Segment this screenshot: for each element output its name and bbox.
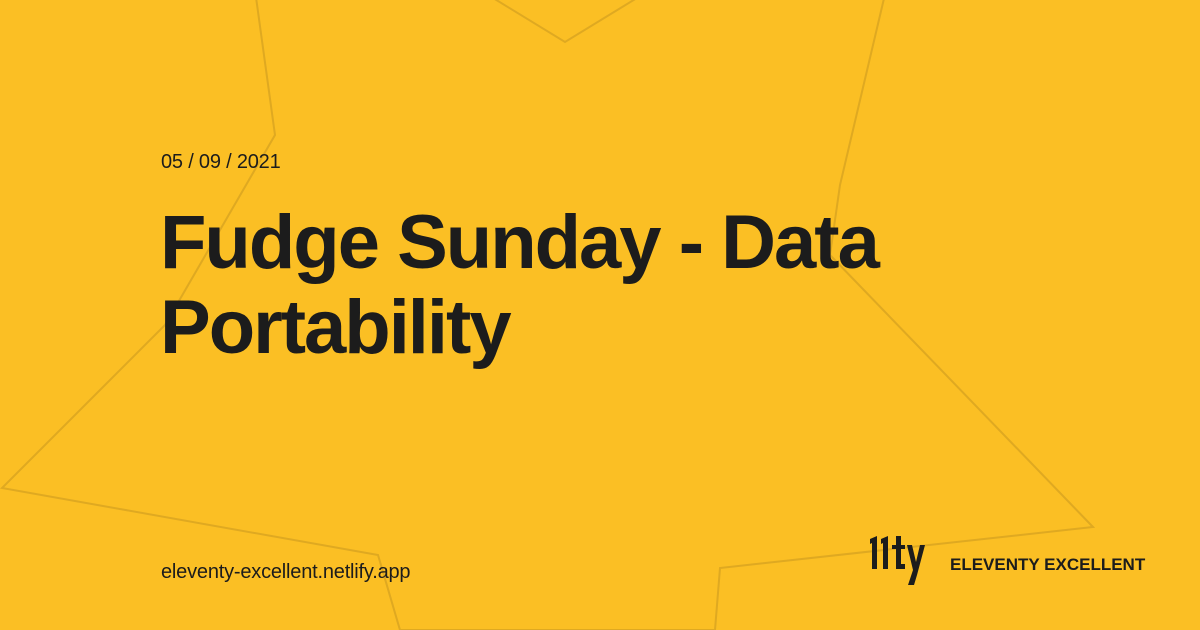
brand-name: ELEVENTY EXCELLENT bbox=[950, 555, 1146, 574]
brand: ELEVENTY EXCELLENT bbox=[868, 533, 1145, 587]
og-card: 05 / 09 / 2021 Fudge Sunday - Data Porta… bbox=[0, 0, 1200, 630]
post-date: 05 / 09 / 2021 bbox=[161, 151, 281, 173]
post-title: Fudge Sunday - Data Portability bbox=[160, 200, 880, 370]
site-url: eleventy-excellent.netlify.app bbox=[161, 561, 411, 583]
11ty-logo-icon bbox=[870, 536, 925, 585]
